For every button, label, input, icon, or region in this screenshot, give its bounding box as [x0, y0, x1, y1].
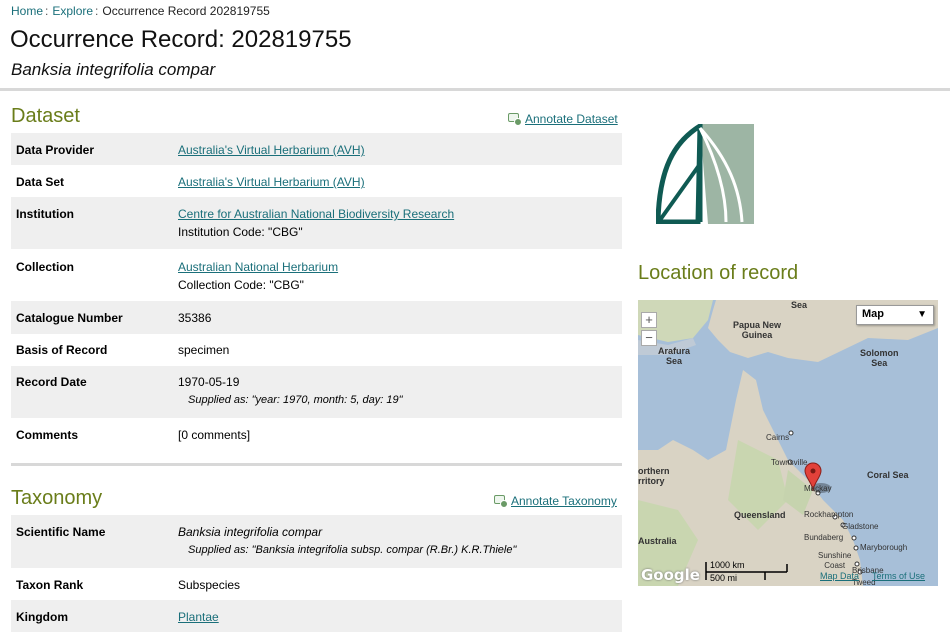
map-label-queensland: Queensland [734, 510, 786, 520]
annotate-taxonomy-label[interactable]: Annotate Taxonomy [511, 494, 617, 508]
section-divider [11, 463, 622, 466]
table-row: Collection Australian National Herbarium… [11, 249, 622, 301]
zoom-out-button[interactable]: − [641, 330, 657, 346]
collection-code: Collection Code: "CBG" [178, 278, 304, 292]
terms-of-use-link[interactable]: Terms of Use [872, 571, 925, 581]
map-label-sunshine-coast: Sunshine Coast [818, 551, 852, 570]
table-row: Scientific Name Banksia integrifolia com… [11, 515, 622, 568]
record-date-supplied: Supplied as: "year: 1970, month: 5, day:… [188, 394, 403, 406]
basis-of-record-value: specimen [178, 343, 230, 357]
map-label-sea: Sea [791, 300, 808, 310]
data-provider-link[interactable]: Australia's Virtual Herbarium (AVH) [178, 143, 365, 157]
table-row: Institution Centre for Australian Nation… [11, 197, 622, 249]
record-date-label: Record Date [16, 375, 87, 389]
caret-down-icon: ▼ [917, 309, 927, 320]
collection-label: Collection [16, 260, 75, 274]
annotate-icon [494, 495, 508, 508]
taxonomy-table: Scientific Name Banksia integrifolia com… [11, 515, 622, 632]
map-label-maryborough: Maryborough [860, 543, 908, 552]
data-provider-label: Data Provider [16, 143, 95, 157]
institution-label: Institution [16, 207, 74, 221]
map-label-mackay: Mackay [804, 484, 832, 493]
map-type-value: Map [862, 308, 884, 320]
breadcrumb-explore-link[interactable]: Explore [52, 4, 93, 18]
map-label-northern-territory: orthern rritory [638, 466, 670, 486]
annotate-taxonomy-button[interactable]: Annotate Taxonomy [494, 494, 617, 508]
dataset-heading: Dataset [11, 105, 80, 127]
map-label-australia: Australia [638, 536, 677, 546]
header-divider [0, 88, 950, 91]
map-label-townsville: Townsville [771, 458, 808, 467]
taxon-rank-value: Subspecies [178, 578, 241, 592]
breadcrumb-current: Occurrence Record 202819755 [102, 4, 270, 18]
table-row: Record Date 1970-05-19 Supplied as: "yea… [11, 366, 622, 418]
google-logo[interactable]: Google [641, 566, 700, 584]
annotate-dataset-button[interactable]: Annotate Dataset [508, 112, 618, 126]
taxon-rank-label: Taxon Rank [16, 578, 84, 592]
scale-mi: 500 mi [710, 573, 738, 583]
avh-logo [655, 121, 754, 225]
page-title: Occurrence Record: 202819755 [10, 26, 352, 53]
dataset-table: Data Provider Australia's Virtual Herbar… [11, 133, 622, 450]
breadcrumb-separator: : [45, 4, 49, 18]
scientific-name-value: Banksia integrifolia compar [178, 525, 323, 539]
table-row: Comments [0 comments] [11, 418, 622, 450]
map-type-select[interactable]: Map ▼ [856, 305, 934, 325]
map-label-bundaberg: Bundaberg [804, 533, 844, 542]
map-label-cairns: Cairns [766, 433, 790, 442]
comments-label: Comments [16, 428, 79, 442]
map-label-rockhampton: Rockhampton [804, 510, 854, 519]
table-row: Data Provider Australia's Virtual Herbar… [11, 133, 622, 165]
basis-of-record-label: Basis of Record [16, 343, 108, 357]
map-data-link[interactable]: Map Data [820, 571, 859, 581]
record-date-value: 1970-05-19 [178, 375, 240, 389]
data-set-link[interactable]: Australia's Virtual Herbarium (AVH) [178, 175, 365, 189]
table-row: Data Set Australia's Virtual Herbarium (… [11, 165, 622, 197]
annotate-icon [508, 113, 522, 126]
map-label-solomon: Solomon Sea [860, 348, 899, 368]
location-map[interactable]: Sea Papua New Guinea Arafura Sea Solomon… [638, 300, 938, 586]
zoom-in-button[interactable]: + [641, 312, 657, 328]
catalogue-number-value: 35386 [178, 311, 212, 325]
kingdom-label: Kingdom [16, 610, 68, 624]
institution-code: Institution Code: "CBG" [178, 225, 303, 239]
table-row: Kingdom Plantae [11, 600, 622, 632]
table-row: Basis of Record specimen [11, 334, 622, 366]
table-row: Taxon Rank Subspecies [11, 568, 622, 600]
map-label-gladstone: Gladstone [842, 522, 879, 531]
kingdom-link[interactable]: Plantae [178, 610, 219, 624]
map-scale: 1000 km 500 mi [705, 560, 805, 583]
comments-value[interactable]: [0 comments] [178, 418, 622, 450]
annotate-dataset-label[interactable]: Annotate Dataset [525, 112, 618, 126]
breadcrumb: Home: Explore: Occurrence Record 202819755 [11, 4, 270, 18]
scale-km: 1000 km [710, 560, 745, 570]
map-label-arafura: Arafura Sea [658, 346, 691, 366]
map-label-png: Papua New Guinea [733, 320, 782, 340]
breadcrumb-home-link[interactable]: Home [11, 4, 43, 18]
data-set-label: Data Set [16, 175, 65, 189]
table-row: Catalogue Number 35386 [11, 301, 622, 334]
location-heading: Location of record [638, 262, 799, 284]
scientific-name-label: Scientific Name [16, 525, 106, 539]
breadcrumb-separator: : [95, 4, 99, 18]
taxonomy-heading: Taxonomy [11, 487, 103, 509]
scientific-name-supplied: Supplied as: "Banksia integrifolia subsp… [188, 544, 517, 556]
map-label-coral-sea: Coral Sea [867, 470, 909, 480]
collection-link[interactable]: Australian National Herbarium [178, 260, 338, 274]
institution-link[interactable]: Centre for Australian National Biodivers… [178, 207, 454, 221]
page-subtitle: Banksia integrifolia compar [11, 60, 216, 79]
catalogue-number-label: Catalogue Number [16, 311, 123, 325]
